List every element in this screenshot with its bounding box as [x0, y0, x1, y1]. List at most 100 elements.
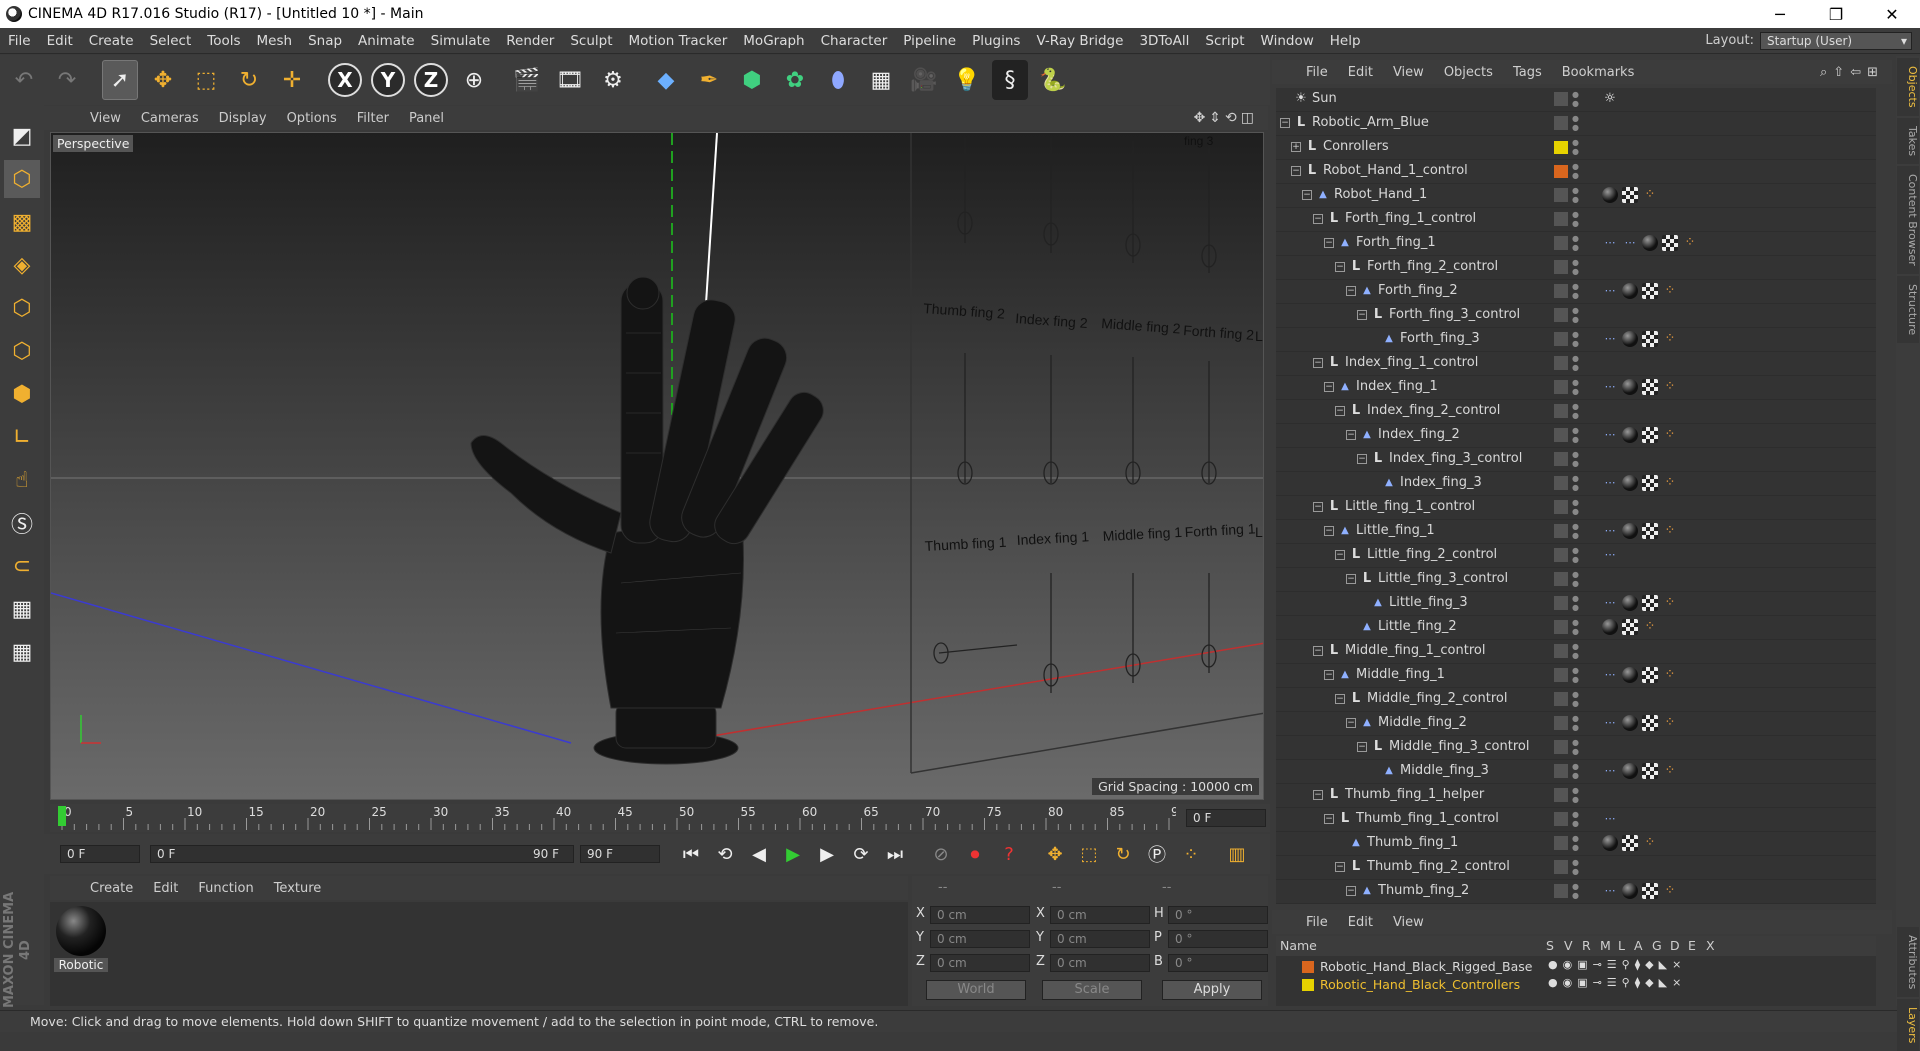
visibility-toggle[interactable] [1554, 476, 1568, 490]
editor-render-visibility-dots[interactable]: ● ● [1572, 186, 1579, 204]
previous-key-icon[interactable]: ⟲ [710, 839, 740, 869]
undo-icon[interactable]: ↶ [6, 60, 42, 100]
enable-quantize-icon[interactable]: ▦ [4, 590, 40, 628]
visibility-toggle[interactable] [1554, 188, 1568, 202]
apply-button[interactable]: Apply [1162, 980, 1262, 1000]
editor-render-visibility-dots[interactable]: ● ● [1572, 738, 1579, 756]
material-tag-icon[interactable] [1622, 595, 1638, 611]
visibility-toggle[interactable] [1554, 764, 1568, 778]
menu-character[interactable]: Character [813, 33, 896, 49]
material-tag-icon[interactable] [1622, 331, 1638, 347]
objects-menu-objects[interactable]: Objects [1434, 65, 1503, 80]
editor-render-visibility-dots[interactable]: ● ● [1572, 402, 1579, 420]
menu-create[interactable]: Create [81, 33, 142, 49]
object-name[interactable]: Sun [1312, 91, 1337, 106]
collapse-icon[interactable]: − [1313, 646, 1323, 656]
texture-tag-icon[interactable] [1642, 883, 1658, 899]
frame-range-slider[interactable]: 0 F 90 F [150, 845, 574, 863]
object-manager-nav-icons[interactable]: ⌕⇧⇦⊞ [1820, 65, 1884, 80]
texture-mode-icon[interactable]: ▩ [4, 203, 40, 241]
workplane-mode-icon[interactable]: ◈ [4, 246, 40, 284]
constraint-tag-icon[interactable]: ⋯ [1602, 475, 1618, 491]
timeline-layout-icon[interactable]: ▥ [1222, 839, 1252, 869]
object-row[interactable]: ☀ Sun ● ● ☼ [1276, 88, 1876, 112]
texture-tag-icon[interactable] [1642, 595, 1658, 611]
visibility-toggle[interactable] [1554, 860, 1568, 874]
ik-tag-icon[interactable]: ⁘ [1662, 475, 1678, 491]
close-button[interactable]: ✕ [1864, 5, 1920, 24]
object-name[interactable]: Index_fing_3 [1400, 475, 1482, 490]
visibility-toggle[interactable] [1554, 332, 1568, 346]
layer-name[interactable]: Robotic_Hand_Black_Rigged_Base [1320, 959, 1532, 974]
layer-color-swatch[interactable] [1302, 979, 1314, 991]
material-tag-icon[interactable] [1622, 379, 1638, 395]
collapse-icon[interactable]: − [1357, 310, 1367, 320]
menu-3dtoall[interactable]: 3DToAll [1131, 33, 1197, 49]
object-name[interactable]: Forth_fing_2 [1378, 283, 1458, 298]
visibility-toggle[interactable] [1554, 836, 1568, 850]
texture-tag-icon[interactable] [1642, 283, 1658, 299]
collapse-icon[interactable]: − [1335, 862, 1345, 872]
layer-toggle-icons[interactable]: ●◉▣⊸☰⚲⧫◆◣⨯ [1548, 958, 1686, 971]
visibility-toggle[interactable] [1554, 452, 1568, 466]
object-row[interactable]: − L Forth_fing_2_control ● ● [1276, 256, 1876, 280]
collapse-icon[interactable]: − [1324, 526, 1334, 536]
layer-menu-view[interactable]: View [1383, 915, 1434, 930]
ik-tag-icon[interactable]: ⁘ [1662, 595, 1678, 611]
editor-render-visibility-dots[interactable]: ● ● [1572, 426, 1579, 444]
layer-menu-edit[interactable]: Edit [1338, 915, 1383, 930]
subdivision-icon[interactable]: ⬢ [734, 60, 770, 100]
floor-icon[interactable]: ▦ [863, 60, 899, 100]
material-menu-edit[interactable]: Edit [143, 881, 188, 896]
menu-file[interactable]: File [0, 33, 39, 49]
deformer-icon[interactable]: ⬮ [820, 60, 856, 100]
collapse-icon[interactable]: − [1335, 262, 1345, 272]
world-coordinates-icon[interactable]: ⊕ [456, 60, 492, 100]
visibility-toggle[interactable] [1554, 596, 1568, 610]
object-name[interactable]: Forth_fing_3_control [1389, 307, 1520, 322]
visibility-toggle[interactable] [1554, 524, 1568, 538]
object-row[interactable]: − ▲ Middle_fing_2 ● ● ⋯ ⁘ [1276, 712, 1876, 736]
constraint-tag-icon[interactable]: ⋯ [1602, 523, 1618, 539]
rot-h-field[interactable]: 0 ° [1168, 906, 1268, 924]
ik-tag-icon[interactable]: ⁘ [1642, 187, 1658, 203]
next-key-icon[interactable]: ⟳ [846, 839, 876, 869]
material-tag-icon[interactable] [1622, 763, 1638, 779]
visibility-toggle[interactable] [1554, 620, 1568, 634]
editor-render-visibility-dots[interactable]: ● ● [1572, 570, 1579, 588]
ik-tag-icon[interactable]: ⁘ [1662, 883, 1678, 899]
menu-mograph[interactable]: MoGraph [735, 33, 812, 49]
visibility-toggle[interactable] [1554, 812, 1568, 826]
keyframe-selection-icon[interactable]: ? [994, 839, 1024, 869]
size-y-field[interactable]: 0 cm [1050, 930, 1150, 948]
texture-tag-icon[interactable] [1642, 715, 1658, 731]
object-row[interactable]: − ▲ Index_fing_1 ● ● ⋯ ⁘ [1276, 376, 1876, 400]
collapse-icon[interactable]: − [1335, 406, 1345, 416]
object-name[interactable]: Index_fing_2_control [1367, 403, 1500, 418]
layer-color-chip[interactable] [1554, 141, 1568, 154]
editor-render-visibility-dots[interactable]: ● ● [1572, 690, 1579, 708]
record-active-icon[interactable]: ⊘ [926, 839, 956, 869]
ik-tag-icon[interactable]: ⁘ [1682, 235, 1698, 251]
material-tag-icon[interactable] [1622, 715, 1638, 731]
go-to-start-icon[interactable]: ⏮ [676, 839, 706, 869]
collapse-icon[interactable]: − [1324, 238, 1334, 248]
menu-motion-tracker[interactable]: Motion Tracker [621, 33, 736, 49]
menu-snap[interactable]: Snap [300, 33, 350, 49]
editor-render-visibility-dots[interactable]: ● ● [1572, 858, 1579, 876]
object-name[interactable]: Middle_fing_3_control [1389, 739, 1529, 754]
visibility-toggle[interactable] [1554, 236, 1568, 250]
material-robotic[interactable]: Robotic [54, 906, 108, 978]
editor-render-visibility-dots[interactable]: ● ● [1572, 234, 1579, 252]
material-tag-icon[interactable] [1622, 523, 1638, 539]
editor-render-visibility-dots[interactable]: ● ● [1572, 666, 1579, 684]
menu-vray-bridge[interactable]: V-Ray Bridge [1028, 33, 1131, 49]
object-row[interactable]: − L Thumb_fing_2_control ● ● [1276, 856, 1876, 880]
editor-render-visibility-dots[interactable]: ● ● [1572, 138, 1579, 156]
visibility-toggle[interactable] [1554, 212, 1568, 226]
texture-tag-icon[interactable] [1622, 619, 1638, 635]
layer-row[interactable]: Robotic_Hand_Black_Controllers ●◉▣⊸☰⚲⧫◆◣… [1276, 976, 1876, 994]
constraint-tag-icon[interactable]: ⋯ [1602, 379, 1618, 395]
objects-menu-bookmarks[interactable]: Bookmarks [1552, 65, 1645, 80]
camera-icon[interactable]: 🎥 [906, 60, 942, 100]
